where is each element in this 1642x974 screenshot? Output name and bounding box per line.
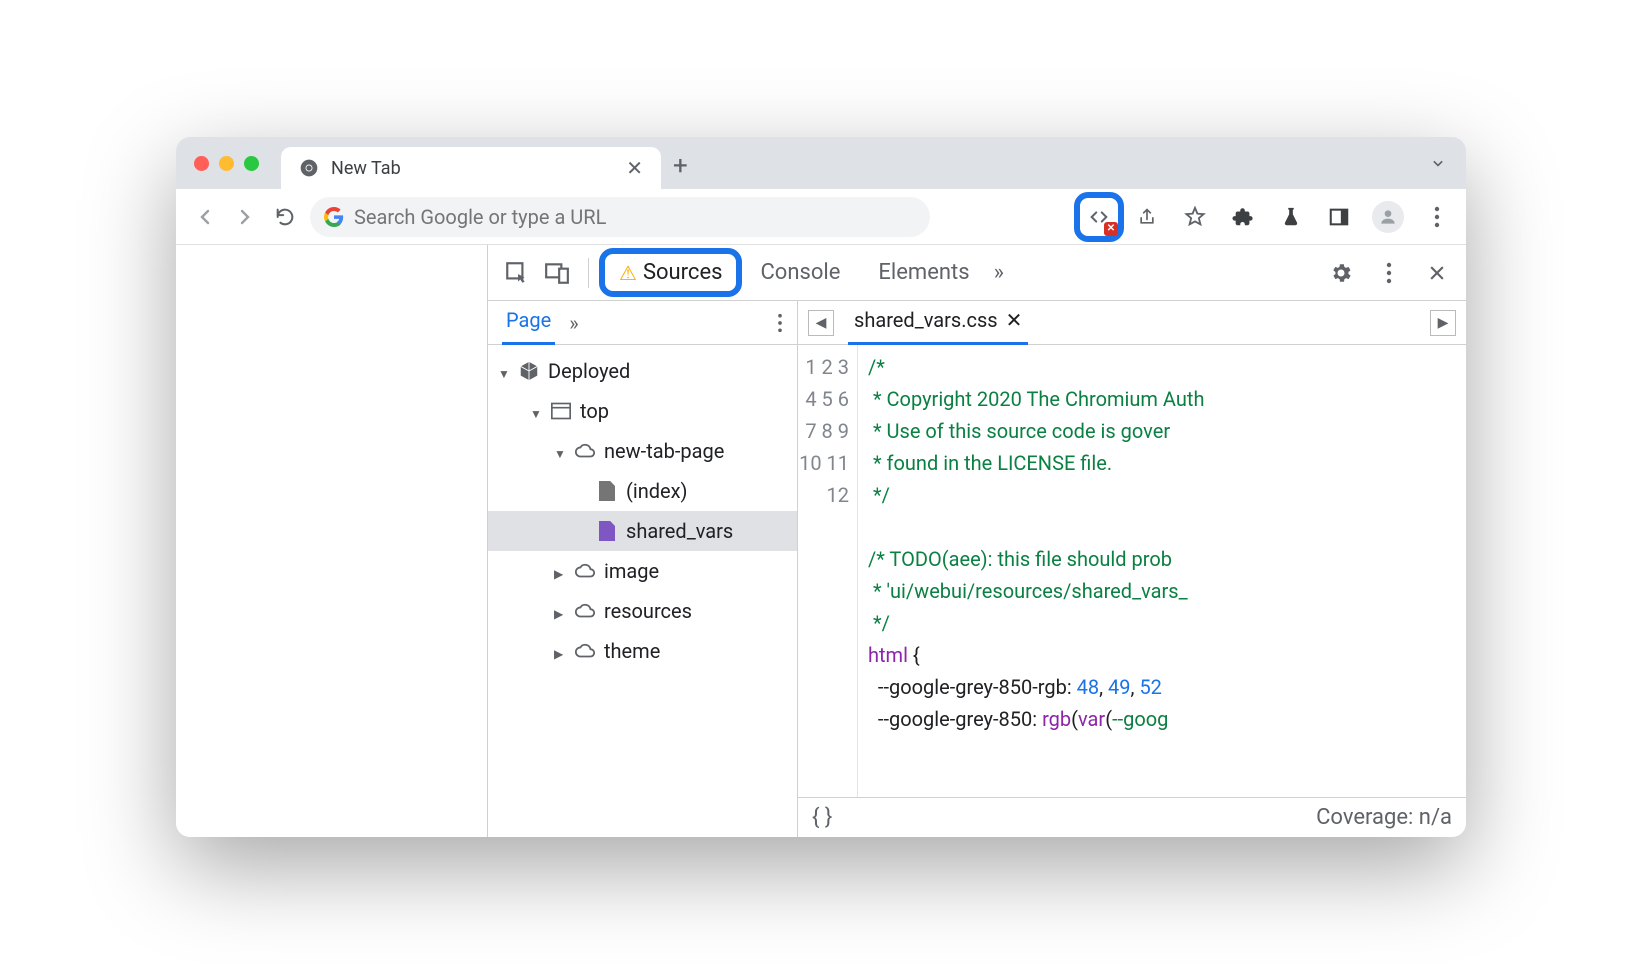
sidebar-header: Page » xyxy=(488,301,797,345)
content-area: ⚠ Sources Console Elements » Page » xyxy=(176,245,1466,837)
tab-elements[interactable]: Elements xyxy=(864,254,983,291)
tree-row-shared-vars[interactable]: shared_vars xyxy=(488,511,797,551)
window-tabs-menu-icon[interactable] xyxy=(1428,153,1448,173)
devtools-settings-gear-icon[interactable] xyxy=(1326,258,1356,288)
cloud-icon xyxy=(574,600,596,622)
nav-left-icon[interactable]: ◀ xyxy=(808,310,834,336)
css-file-icon xyxy=(596,520,618,542)
code-pane: ◀ shared_vars.css ✕ ▶ 1 2 3 4 5 6 7 8 9 … xyxy=(798,301,1466,837)
extensions-puzzle-icon[interactable] xyxy=(1228,202,1258,232)
devtools-panel: ⚠ Sources Console Elements » Page » xyxy=(488,245,1466,837)
minimize-window-button[interactable] xyxy=(219,156,234,171)
devtools-body: Page » Deployed top new-tab-page (index)… xyxy=(488,301,1466,837)
tree-row-deployed[interactable]: Deployed xyxy=(488,351,797,391)
tree-row-top[interactable]: top xyxy=(488,391,797,431)
cube-icon xyxy=(518,360,540,382)
file-tab[interactable]: shared_vars.css ✕ xyxy=(848,300,1028,345)
chrome-favicon xyxy=(299,158,319,178)
inspect-element-icon[interactable] xyxy=(502,258,532,288)
code-tab-bar: ◀ shared_vars.css ✕ ▶ xyxy=(798,301,1466,345)
search-input[interactable] xyxy=(354,205,916,229)
profile-avatar[interactable] xyxy=(1372,201,1404,233)
tree-label: shared_vars xyxy=(626,519,733,543)
devtools-menu-icon[interactable] xyxy=(1374,258,1404,288)
file-icon xyxy=(596,480,618,502)
tree-label: top xyxy=(580,399,609,423)
new-tab-button[interactable]: + xyxy=(673,151,688,181)
editor-footer: { } Coverage: n/a xyxy=(798,797,1466,837)
browser-window: New Tab ✕ + ✕ xyxy=(176,137,1466,837)
share-icon[interactable] xyxy=(1132,202,1162,232)
tree-row-resources[interactable]: resources xyxy=(488,591,797,631)
devtools-close-icon[interactable] xyxy=(1422,258,1452,288)
close-file-icon[interactable]: ✕ xyxy=(1006,308,1023,332)
tab-elements-label: Elements xyxy=(878,260,969,285)
labs-flask-icon[interactable] xyxy=(1276,202,1306,232)
sources-sidebar: Page » Deployed top new-tab-page (index)… xyxy=(488,301,798,837)
page-viewport xyxy=(176,245,488,837)
tree-label: resources xyxy=(604,599,692,623)
sidebar-tab-page[interactable]: Page xyxy=(502,300,555,345)
tree-label: image xyxy=(604,559,659,583)
back-button[interactable] xyxy=(190,202,220,232)
tab-sources[interactable]: ⚠ Sources xyxy=(605,254,736,291)
tree-row-new-tab-page[interactable]: new-tab-page xyxy=(488,431,797,471)
address-bar[interactable] xyxy=(310,197,930,237)
tab-console[interactable]: Console xyxy=(746,254,854,291)
forward-button[interactable] xyxy=(230,202,260,232)
cloud-icon xyxy=(574,440,596,462)
maximize-window-button[interactable] xyxy=(244,156,259,171)
line-gutter: 1 2 3 4 5 6 7 8 9 10 11 12 xyxy=(798,345,858,797)
close-tab-icon[interactable]: ✕ xyxy=(626,156,643,180)
tree-label: theme xyxy=(604,639,660,663)
chrome-menu-icon[interactable] xyxy=(1422,202,1452,232)
tree-label: new-tab-page xyxy=(604,439,724,463)
bookmark-star-icon[interactable] xyxy=(1180,202,1210,232)
file-tab-label: shared_vars.css xyxy=(854,308,998,332)
more-tabs-icon[interactable]: » xyxy=(994,260,1004,285)
pretty-print-icon[interactable]: { } xyxy=(812,805,832,830)
browser-tab[interactable]: New Tab ✕ xyxy=(281,147,661,189)
devtools-tab-bar: ⚠ Sources Console Elements » xyxy=(488,245,1466,301)
toolbar: ✕ xyxy=(176,189,1466,245)
tree-label: Deployed xyxy=(548,359,630,383)
devtools-error-indicator[interactable]: ✕ xyxy=(1084,202,1114,232)
google-logo-icon xyxy=(324,207,344,227)
cloud-icon xyxy=(574,640,596,662)
reload-button[interactable] xyxy=(270,202,300,232)
nav-right-icon[interactable]: ▶ xyxy=(1430,310,1456,336)
cloud-icon xyxy=(574,560,596,582)
file-tree: Deployed top new-tab-page (index) shared… xyxy=(488,345,797,837)
tab-title: New Tab xyxy=(331,158,401,179)
coverage-status: Coverage: n/a xyxy=(1316,805,1452,830)
window-controls xyxy=(194,156,259,171)
sidebar-more-tabs-icon[interactable]: » xyxy=(569,311,578,335)
tree-row-index[interactable]: (index) xyxy=(488,471,797,511)
tab-strip: New Tab ✕ + xyxy=(176,137,1466,189)
device-toggle-icon[interactable] xyxy=(542,258,572,288)
tab-console-label: Console xyxy=(760,260,840,285)
close-window-button[interactable] xyxy=(194,156,209,171)
sidebar-menu-icon[interactable] xyxy=(777,313,783,333)
tree-row-theme[interactable]: theme xyxy=(488,631,797,671)
tree-row-image[interactable]: image xyxy=(488,551,797,591)
side-panel-icon[interactable] xyxy=(1324,202,1354,232)
code-content: /* * Copyright 2020 The Chromium Auth * … xyxy=(858,345,1214,797)
tree-label: (index) xyxy=(626,479,688,503)
frame-icon xyxy=(550,400,572,422)
code-editor[interactable]: 1 2 3 4 5 6 7 8 9 10 11 12 /* * Copyrigh… xyxy=(798,345,1466,797)
